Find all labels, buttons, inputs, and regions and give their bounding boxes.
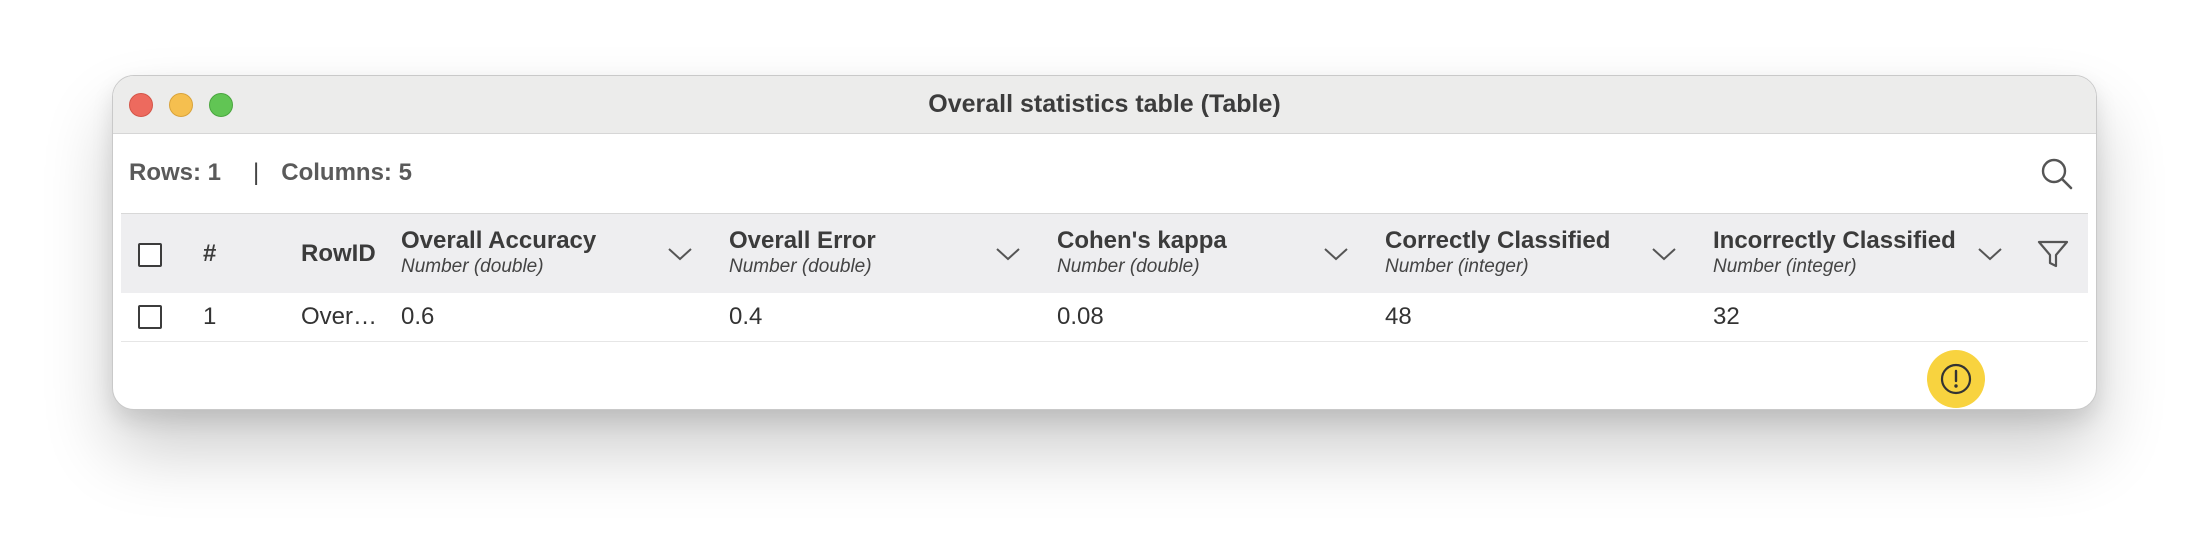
cell-cohens-kappa: 0.08	[1057, 303, 1104, 330]
rowid-column-header[interactable]: RowID	[301, 240, 376, 268]
cell-incorrectly-classified: 32	[1713, 303, 1740, 330]
column-header-overall-error[interactable]: Overall Error Number (double)	[729, 227, 876, 279]
warning-icon	[1940, 363, 1972, 395]
column-header-overall-accuracy[interactable]: Overall Accuracy Number (double)	[401, 227, 596, 279]
row-checkbox[interactable]	[138, 305, 162, 329]
cell-overall-error: 0.4	[729, 303, 763, 330]
chevron-down-icon[interactable]	[666, 246, 694, 262]
rows-count: Rows: 1	[129, 159, 222, 186]
column-header-correctly-classified[interactable]: Correctly Classified Number (integer)	[1385, 227, 1610, 279]
chevron-down-icon[interactable]	[1650, 246, 1678, 262]
search-icon[interactable]	[2037, 154, 2077, 194]
window-title: Overall statistics table (Table)	[928, 90, 1281, 118]
index-column-header: #	[203, 240, 217, 267]
row-id: Over…	[301, 303, 378, 330]
cell-overall-accuracy: 0.6	[401, 303, 435, 330]
warning-badge[interactable]	[1927, 350, 1985, 408]
chevron-down-icon[interactable]	[1322, 246, 1350, 262]
title-bar: Overall statistics table (Table)	[113, 76, 2096, 134]
info-separator: |	[253, 159, 260, 186]
row-index: 1	[203, 303, 217, 330]
chevron-down-icon[interactable]	[1976, 246, 2004, 262]
chevron-down-icon[interactable]	[994, 246, 1022, 262]
table-row[interactable]: 1 Over… 0.6 0.4 0.08 48 32	[121, 293, 2088, 342]
table-info-bar: Rows: 1 | Columns: 5	[129, 158, 412, 188]
table-window: Overall statistics table (Table) Rows: 1…	[112, 75, 2097, 410]
columns-count: Columns: 5	[281, 159, 412, 186]
cell-correctly-classified: 48	[1385, 303, 1412, 330]
table-header: # RowID Overall Accuracy Number (double)…	[121, 213, 2088, 294]
filter-icon[interactable]	[2035, 236, 2071, 272]
select-all-checkbox[interactable]	[138, 243, 162, 267]
column-header-cohens-kappa[interactable]: Cohen's kappa Number (double)	[1057, 227, 1227, 279]
column-header-incorrectly-classified[interactable]: Incorrectly Classified Number (integer)	[1713, 227, 1956, 279]
